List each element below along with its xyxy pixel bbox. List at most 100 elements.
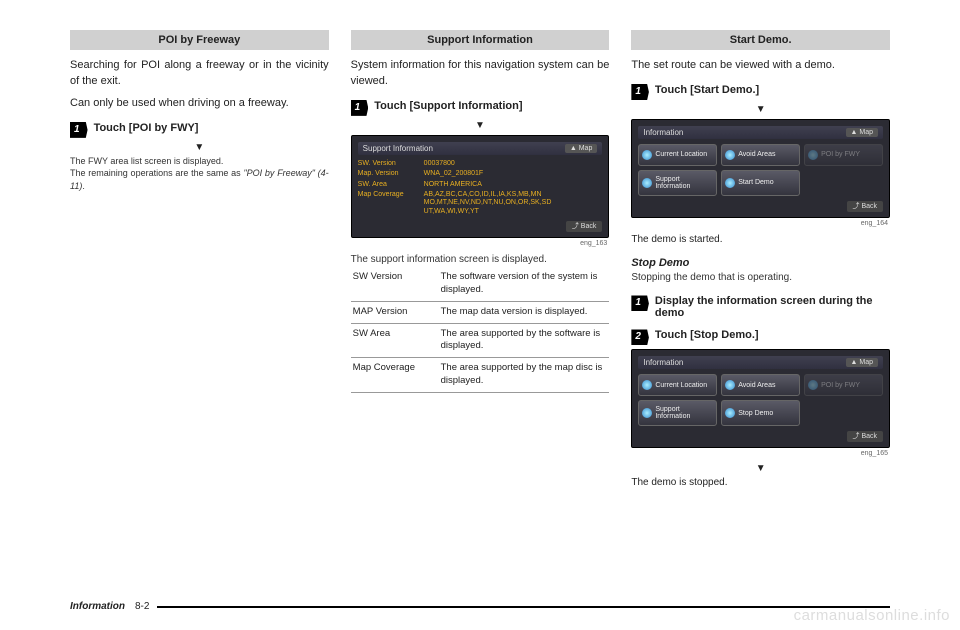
step-number-icon: 1 (631, 84, 649, 100)
down-arrow-icon: ▼ (631, 463, 890, 474)
location-icon (642, 150, 652, 160)
heading-poi: POI by Freeway (70, 30, 329, 50)
stop-icon (725, 408, 735, 418)
term: SW Area (351, 323, 439, 358)
btn-label: Current Location (655, 382, 707, 389)
step-number-icon: 2 (631, 329, 649, 345)
ss-value: NORTH AMERICA (424, 181, 603, 189)
info-icon (642, 408, 652, 418)
map-button[interactable]: ▲ Map (565, 144, 598, 153)
down-arrow-icon: ▼ (631, 104, 890, 115)
term: MAP Version (351, 301, 439, 323)
figure-caption: eng_165 (631, 450, 888, 457)
avoid-icon (725, 380, 735, 390)
step-number-icon: 1 (351, 100, 369, 116)
definition: The map data version is displayed. (439, 301, 610, 323)
fine-text: The remaining operations are the same as… (70, 167, 329, 192)
ss-value: 00037800 (424, 160, 603, 168)
ss-titlebar: Support Information ▲ Map (358, 142, 603, 155)
avoid-areas-button[interactable]: Avoid Areas (721, 374, 800, 396)
ss-title-text: Support Information (363, 144, 433, 153)
step-label: Touch [Stop Demo.] (655, 329, 759, 341)
info-icon (642, 178, 652, 188)
support-info-button[interactable]: Support Information (638, 400, 717, 426)
btn-label: Support Information (655, 406, 713, 420)
step-label: Display the information screen during th… (655, 295, 890, 319)
ss-title-text: Information (643, 128, 683, 137)
footer-rule (157, 606, 890, 608)
step-number-icon: 1 (70, 122, 88, 138)
poi-icon (808, 150, 818, 160)
footer-section: Information (70, 601, 125, 612)
poi-by-fwy-button: POI by FWY (804, 144, 883, 166)
step-number-icon: 1 (631, 295, 649, 311)
btn-label: POI by FWY (821, 382, 860, 389)
ss-titlebar: Information ▲ Map (638, 356, 883, 369)
column-poi-freeway: POI by Freeway Searching for POI along a… (70, 30, 329, 497)
poi-icon (808, 380, 818, 390)
btn-label: Support Information (655, 176, 713, 190)
text: The demo is started. (631, 233, 890, 248)
btn-label: Current Location (655, 151, 707, 158)
step-label: Touch [Support Information] (374, 100, 522, 112)
text: The remaining operations are the same as (70, 168, 243, 178)
text: . (82, 181, 85, 191)
definition: The software version of the system is di… (439, 267, 610, 301)
text: Searching for POI along a freeway or in … (70, 58, 329, 90)
page-footer: Information 8-2 (70, 601, 890, 612)
back-button[interactable]: ⤴ Back (847, 431, 884, 442)
definition: The area supported by the software is di… (439, 323, 610, 358)
map-button[interactable]: ▲ Map (846, 128, 879, 137)
term: Map Coverage (351, 358, 439, 393)
ss-label: Map. Version (358, 170, 418, 178)
start-demo-button[interactable]: Start Demo (721, 170, 800, 196)
screenshot-info-start: Information ▲ Map Current Location Avoid… (631, 119, 890, 218)
avoid-areas-button[interactable]: Avoid Areas (721, 144, 800, 166)
watermark: carmanualsonline.info (794, 607, 950, 624)
step-row: 1 Display the information screen during … (631, 295, 890, 319)
step-row: 1 Touch [POI by FWY] (70, 122, 329, 138)
column-start-demo: Start Demo. The set route can be viewed … (631, 30, 890, 497)
column-support-info: Support Information System information f… (351, 30, 610, 497)
text: The support information screen is displa… (351, 253, 610, 267)
btn-label: Start Demo (738, 179, 773, 186)
stop-demo-button[interactable]: Stop Demo (721, 400, 800, 426)
definition: The area supported by the map disc is di… (439, 358, 610, 393)
heading-support: Support Information (351, 30, 610, 50)
text: The set route can be viewed with a demo. (631, 58, 890, 74)
poi-by-fwy-button: POI by FWY (804, 374, 883, 396)
footer-page: 8-2 (135, 601, 149, 612)
ss-value: AB,AZ,BC,CA,CO,ID,IL,IA,KS,MB,MN MO,MT,N… (424, 191, 603, 216)
location-icon (642, 380, 652, 390)
text: Stopping the demo that is operating. (631, 271, 890, 285)
ss-label: SW. Area (358, 181, 418, 189)
down-arrow-icon: ▼ (351, 120, 610, 131)
support-info-button[interactable]: Support Information (638, 170, 717, 196)
figure-caption: eng_163 (351, 240, 608, 247)
text: System information for this navigation s… (351, 58, 610, 90)
heading-demo: Start Demo. (631, 30, 890, 50)
btn-label: Avoid Areas (738, 151, 775, 158)
step-row: 1 Touch [Start Demo.] (631, 84, 890, 100)
ss-title-text: Information (643, 358, 683, 367)
ss-titlebar: Information ▲ Map (638, 126, 883, 139)
play-icon (725, 178, 735, 188)
btn-label: Stop Demo (738, 410, 773, 417)
text: Can only be used when driving on a freew… (70, 96, 329, 112)
text: The demo is stopped. (631, 476, 890, 491)
current-location-button[interactable]: Current Location (638, 374, 717, 396)
step-label: Touch [POI by FWY] (94, 122, 199, 134)
current-location-button[interactable]: Current Location (638, 144, 717, 166)
back-button[interactable]: ⤴ Back (566, 221, 603, 232)
btn-label: Avoid Areas (738, 382, 775, 389)
back-button[interactable]: ⤴ Back (847, 201, 884, 212)
down-arrow-icon: ▼ (70, 142, 329, 153)
step-label: Touch [Start Demo.] (655, 84, 759, 96)
figure-caption: eng_164 (631, 220, 888, 227)
ss-value: WNA_02_200801F (424, 170, 603, 178)
subheading-stop-demo: Stop Demo (631, 257, 890, 269)
avoid-icon (725, 150, 735, 160)
fine-text: The FWY area list screen is displayed. (70, 155, 329, 168)
term: SW Version (351, 267, 439, 301)
map-button[interactable]: ▲ Map (846, 358, 879, 367)
